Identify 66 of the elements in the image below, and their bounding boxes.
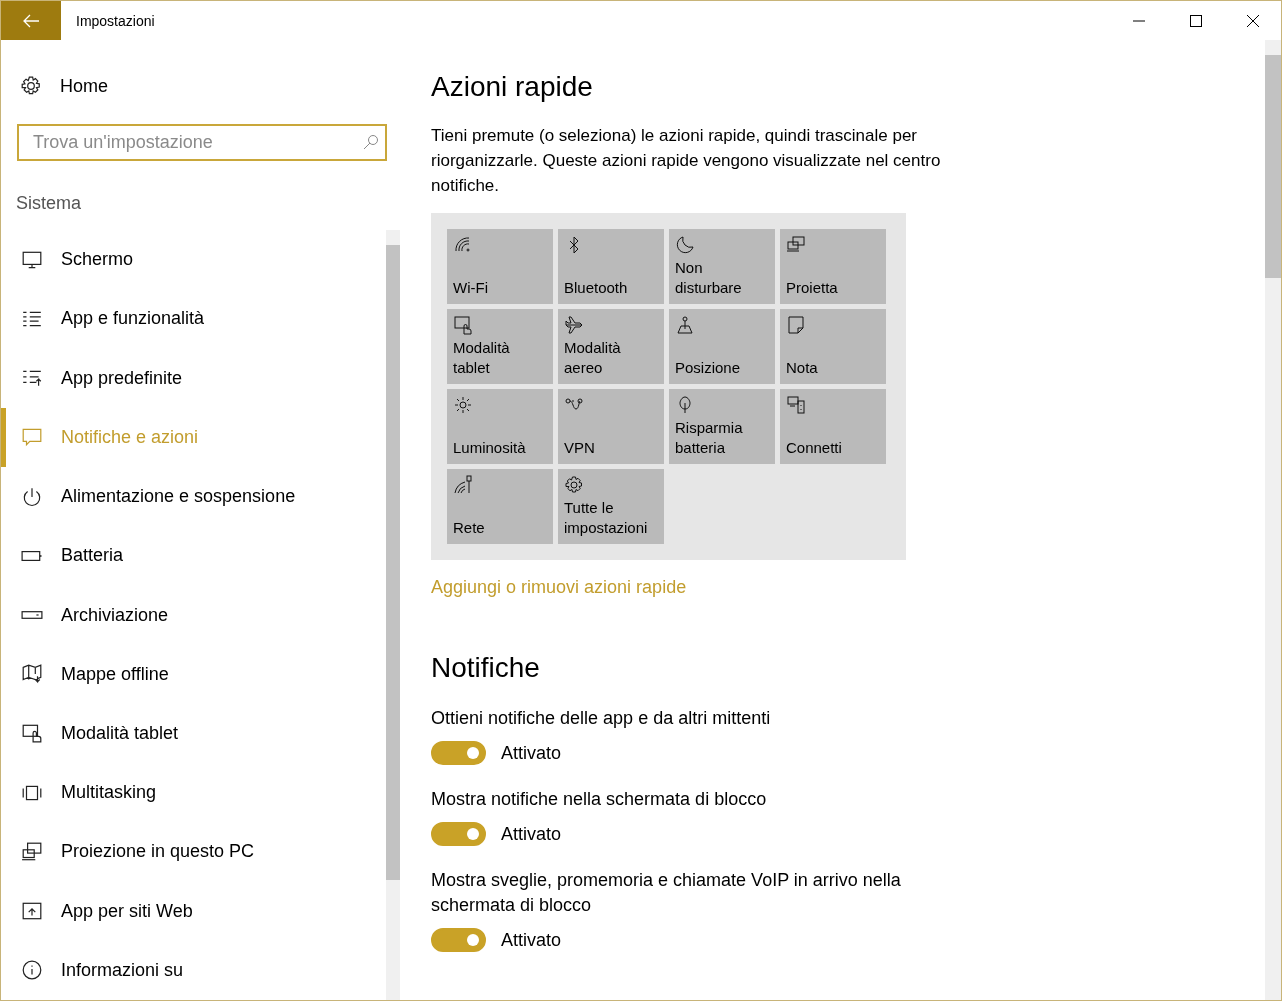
tile-icon [786,395,806,415]
home-link[interactable]: Home [20,72,108,100]
close-icon [1246,14,1259,27]
scrollbar[interactable] [386,230,400,1000]
toggle-switch[interactable] [431,928,486,952]
window-title: Impostazioni [76,12,155,29]
sidebar-item[interactable]: Archiviazione [1,585,386,645]
quick-action-tile[interactable]: Bluetooth [558,229,664,304]
quick-action-tile[interactable]: Rete [447,469,553,544]
section-title: Notifiche [431,652,541,684]
back-arrow-icon [22,13,40,28]
toggle-state: Attivato [501,823,562,845]
sidebar-item[interactable]: Proiezione in questo PC [1,822,386,882]
sidebar-item[interactable]: App e funzionalità [1,289,386,349]
tile-icon [453,395,473,415]
toggle-state: Attivato [501,742,562,764]
sidebar-item[interactable]: Mappe offline [1,644,386,704]
back-button[interactable] [1,1,61,40]
section-title: Azioni rapide [431,71,594,103]
tile-icon [786,235,806,255]
tile-icon [453,315,473,335]
quick-action-tile[interactable]: Non disturbare [669,229,775,304]
nav-icon [21,722,43,745]
nav-icon [21,426,43,449]
quick-action-tile[interactable]: Connetti [780,389,886,464]
nav-icon [21,840,43,863]
section-heading: Sistema [16,193,82,214]
setting-label: Mostra sveglie, promemoria e chiamate VoIP in arrivo nella schermata di blocco [431,869,902,917]
setting-label: Ottieni notifiche delle app e da altri mittenti [431,707,772,730]
sidebar-item[interactable]: Modalità tablet [1,703,386,764]
sidebar-item[interactable]: Alimentazione e sospensione [1,466,386,527]
setting-label: Mostra notifiche nella schermata di blocco [431,788,768,811]
quick-action-tile[interactable]: Tutte le impostazioni [558,469,664,544]
search-icon [363,134,379,150]
quick-action-tile[interactable]: Modalità tablet [447,309,553,384]
description-text: Tieni premute (o seleziona) le azioni rapide, quindi trascinale per riorganizzarle. Queste azioni rapide vengono visualizzate nel centro notifiche. [431,125,942,197]
gear-icon [20,75,42,97]
nav-icon [21,485,43,508]
sidebar-item[interactable]: Batteria [1,526,386,586]
toggle-state: Attivato [501,929,562,951]
quick-action-tile[interactable]: Nota [780,309,886,384]
toggle-switch[interactable] [431,822,486,846]
tile-icon [786,315,806,335]
quick-action-tile[interactable]: Posizione [669,309,775,384]
quick-action-tile[interactable]: Modalità aereo [558,309,664,384]
sidebar-item[interactable]: Schermo [1,230,386,290]
quick-action-tile[interactable]: Risparmia batteria [669,389,775,464]
nav-icon [21,959,43,982]
nav-icon [21,663,43,686]
toggle-switch[interactable] [431,741,486,765]
tile-icon [453,475,473,495]
sidebar-item[interactable]: Informazioni su [1,940,386,1000]
tile-icon [564,315,584,335]
tile-icon [675,235,695,255]
quick-action-tile[interactable]: VPN [558,389,664,464]
quick-action-tile[interactable]: Wi-Fi [447,229,553,304]
tile-icon [675,315,695,335]
search-field[interactable]: Trova un'impostazione [17,124,387,161]
maximize-icon [1189,14,1202,27]
tile-icon [564,475,584,495]
scrollbar[interactable] [1265,40,1281,1000]
sidebar-item[interactable]: Multitasking [1,763,386,823]
quick-action-tile[interactable]: Luminosità [447,389,553,464]
sidebar-item[interactable]: App predefinite [1,348,386,408]
sidebar-item[interactable]: App per siti Web [1,881,386,941]
quick-action-tile[interactable]: Proietta [780,229,886,304]
